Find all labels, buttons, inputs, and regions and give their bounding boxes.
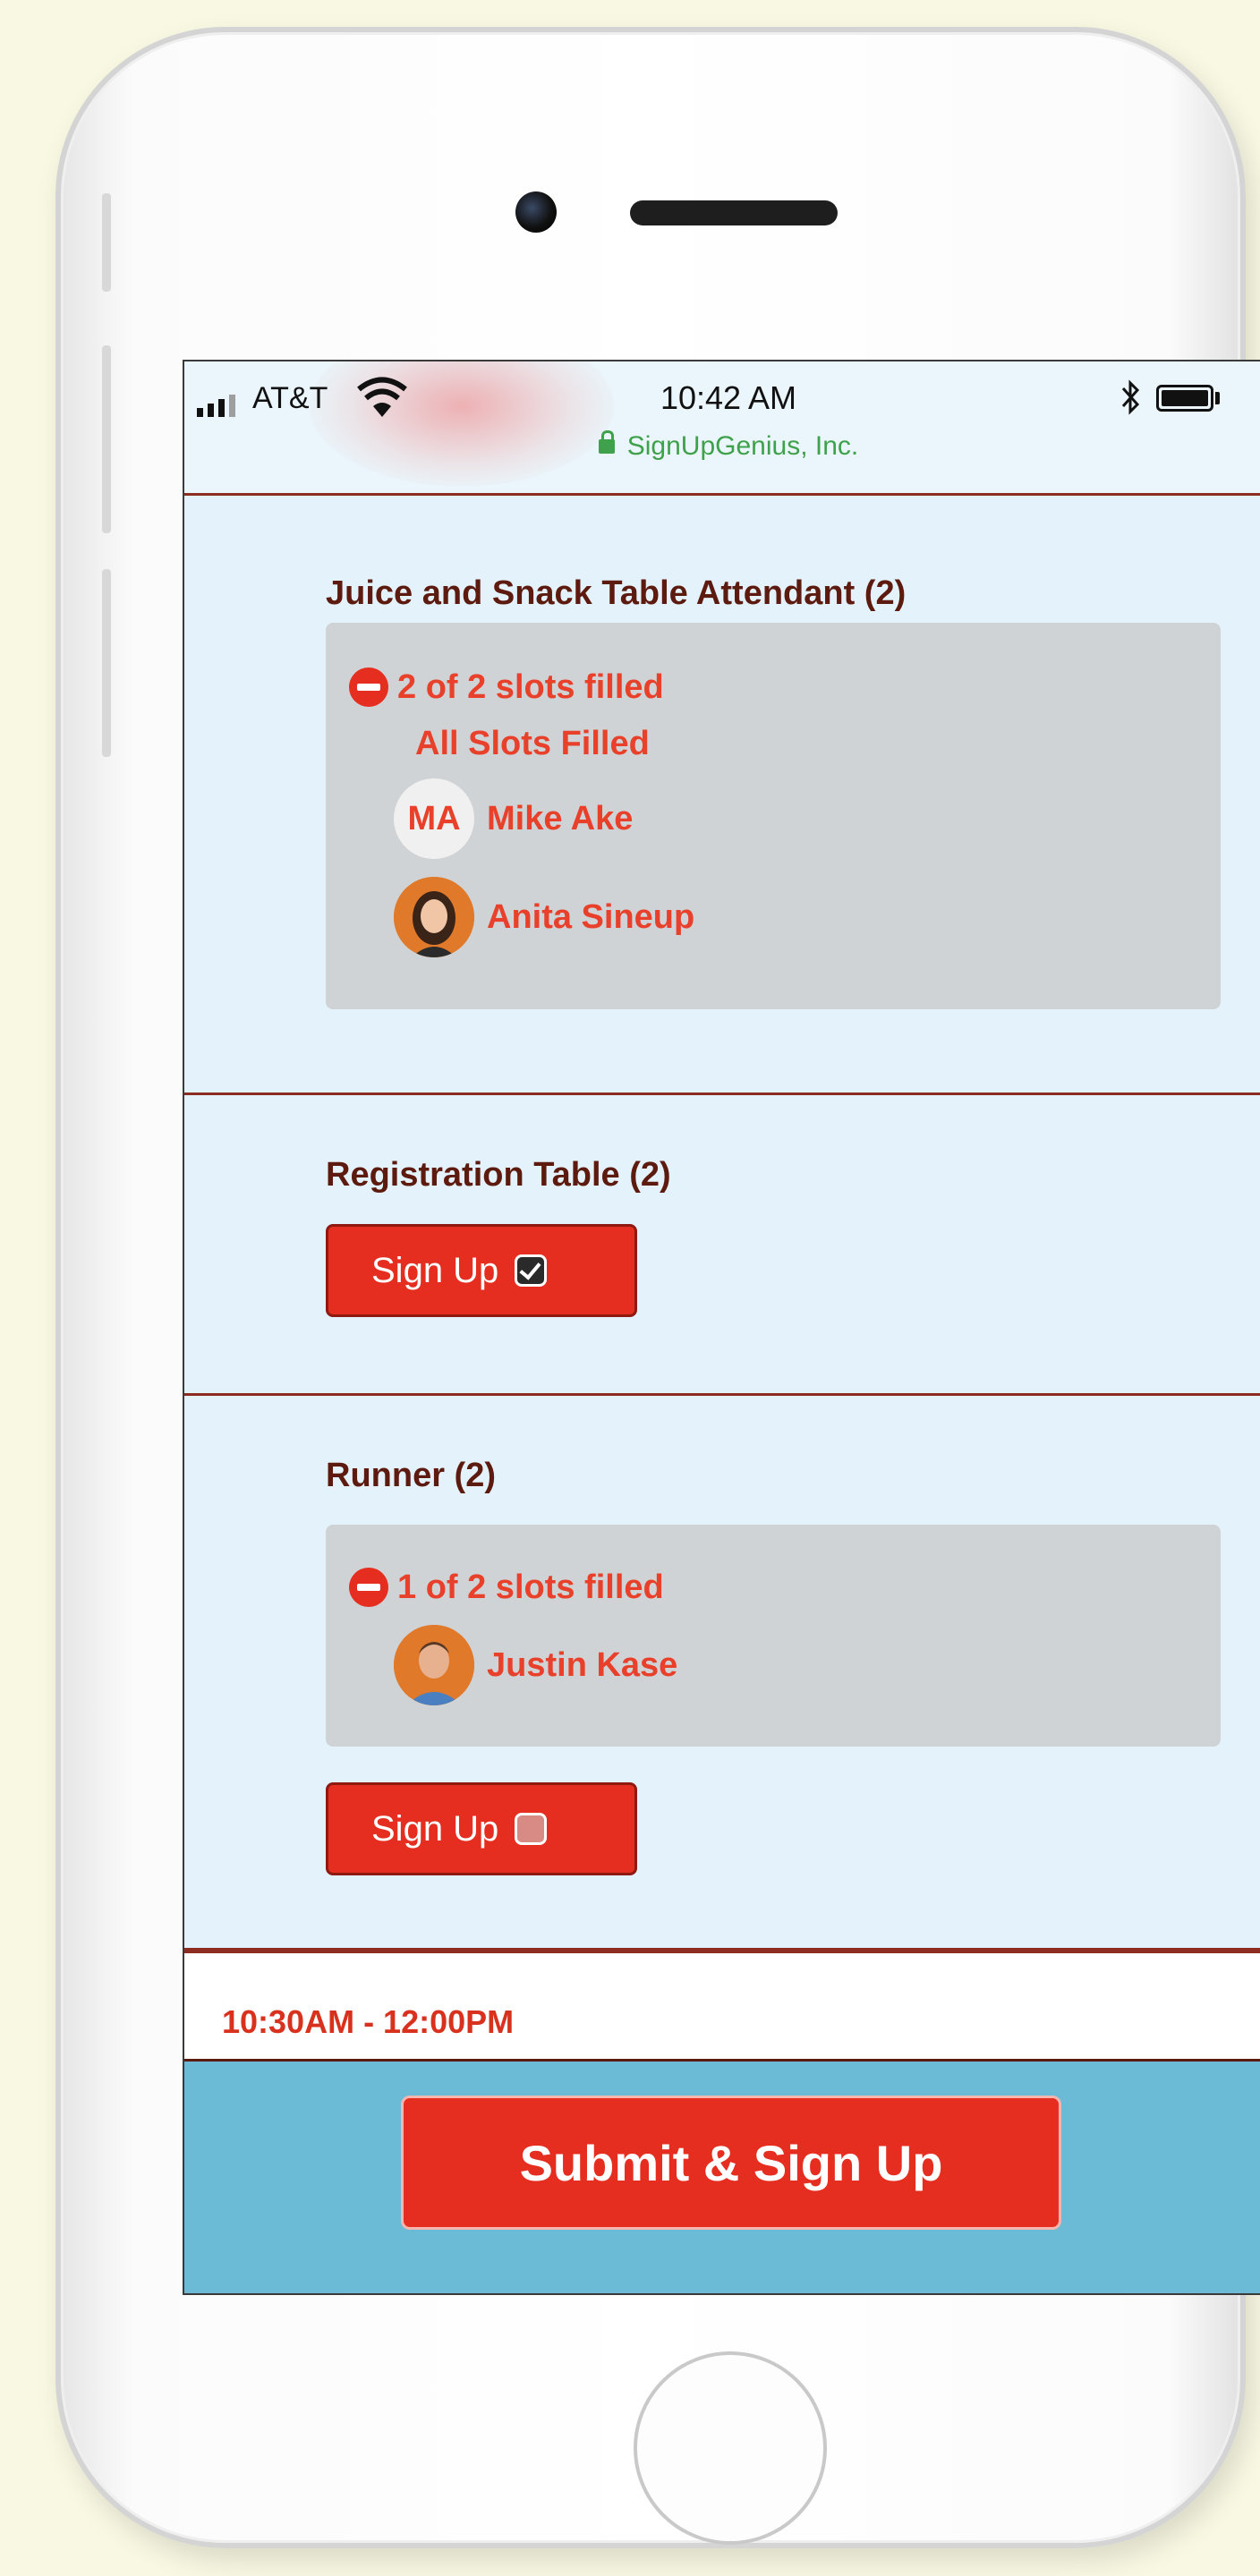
participant-name: Anita Sineup xyxy=(487,897,695,936)
checkbox-unchecked-icon[interactable] xyxy=(515,1813,548,1845)
slots-status: 1 of 2 slots filled xyxy=(349,1568,664,1607)
all-slots-filled: All Slots Filled xyxy=(415,725,650,763)
person-photo-icon xyxy=(394,877,474,957)
site-name: SignUpGenius, Inc. xyxy=(626,431,859,461)
site-identity: SignUpGenius, Inc. xyxy=(184,430,1260,462)
section-registration: Registration Table (2) Sign Up xyxy=(184,1095,1260,1396)
battery-tip xyxy=(1215,392,1220,404)
section-title: Juice and Snack Table Attendant (2) xyxy=(326,574,907,612)
section-title: Registration Table (2) xyxy=(326,1156,671,1194)
submit-sign-up-button[interactable]: Submit & Sign Up xyxy=(401,2096,1061,2230)
all-slots-filled-text: All Slots Filled xyxy=(415,725,650,762)
home-button[interactable] xyxy=(634,2351,827,2545)
checkbox-checked-icon[interactable] xyxy=(515,1254,548,1287)
volume-down-button xyxy=(102,569,111,757)
status-bar: AT&T 10:42 AM SignUpGenius, Inc. xyxy=(184,361,1260,496)
minus-circle-icon[interactable] xyxy=(349,667,388,707)
time-slot-label: 10:30AM - 12:00PM xyxy=(222,2003,515,2040)
slots-filled-text: 1 of 2 slots filled xyxy=(397,1568,664,1606)
participant-row: Anita Sineup xyxy=(394,877,694,957)
person-photo-icon xyxy=(394,1625,474,1705)
phone-frame: AT&T 10:42 AM SignUpGenius, Inc. Juice a… xyxy=(55,27,1260,2548)
filled-slots-box: 1 of 2 slots filled Justin Kase xyxy=(326,1525,1221,1747)
earpiece-speaker xyxy=(630,200,838,225)
section-juice-snack: Juice and Snack Table Attendant (2) 2 of… xyxy=(184,496,1260,1095)
submit-footer: Submit & Sign Up xyxy=(184,2062,1260,2293)
participant-name: Justin Kase xyxy=(487,1645,678,1684)
slots-status: 2 of 2 slots filled xyxy=(349,667,664,707)
mute-switch xyxy=(102,193,111,292)
status-time: 10:42 AM xyxy=(660,379,797,416)
battery-icon xyxy=(1156,385,1213,412)
participant-name: Mike Ake xyxy=(487,799,634,837)
phone-screen: AT&T 10:42 AM SignUpGenius, Inc. Juice a… xyxy=(183,360,1260,2295)
participant-row: Justin Kase xyxy=(394,1625,677,1705)
minus-circle-icon[interactable] xyxy=(349,1568,388,1607)
volume-up-button xyxy=(102,345,111,533)
time-slot-header: 10:30AM - 12:00PM xyxy=(184,1951,1260,2062)
avatar: MA xyxy=(394,778,474,859)
front-camera xyxy=(515,191,557,233)
slots-filled-text: 2 of 2 slots filled xyxy=(397,667,664,706)
sign-up-label: Sign Up xyxy=(371,1250,499,1290)
bluetooth-icon xyxy=(1121,379,1140,415)
sign-up-button[interactable]: Sign Up xyxy=(326,1782,637,1875)
avatar xyxy=(394,1625,474,1705)
participant-row: MA Mike Ake xyxy=(394,778,633,859)
avatar xyxy=(394,877,474,957)
lock-icon xyxy=(598,430,615,454)
filled-slots-box: 2 of 2 slots filled All Slots Filled MA … xyxy=(326,623,1221,1009)
section-title: Runner (2) xyxy=(326,1457,496,1494)
sign-up-button[interactable]: Sign Up xyxy=(326,1224,637,1317)
section-runner: Runner (2) 1 of 2 slots filled Justin Ka… xyxy=(184,1396,1260,1951)
sign-up-label: Sign Up xyxy=(371,1808,499,1849)
